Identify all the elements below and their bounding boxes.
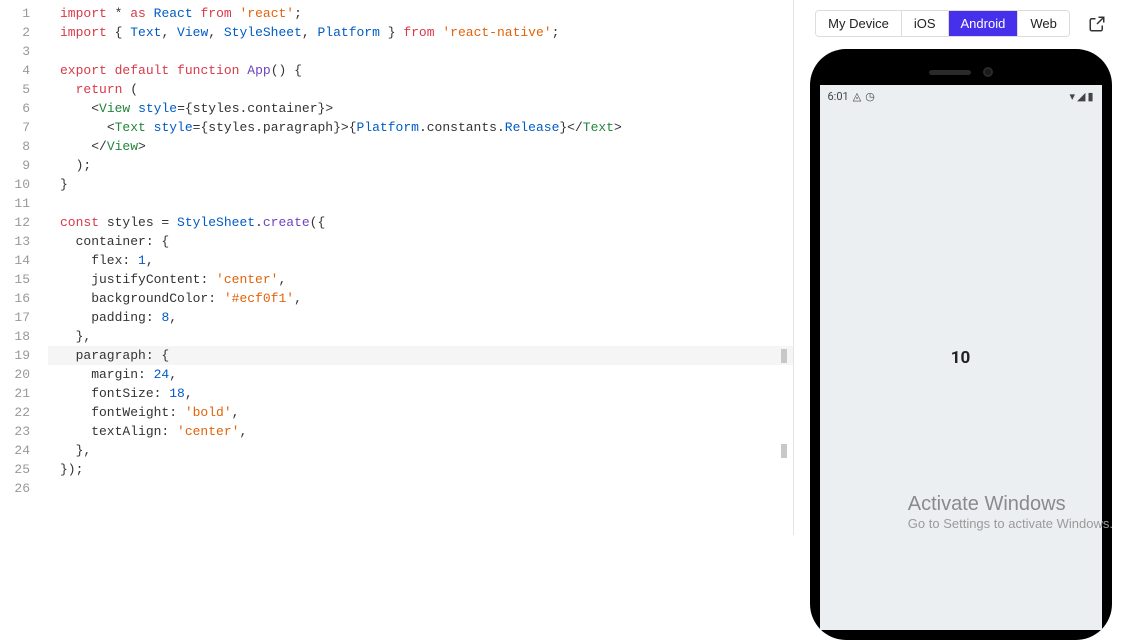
line-number: 16 (0, 289, 30, 308)
code-line[interactable]: </View> (48, 137, 793, 156)
line-number: 12 (0, 213, 30, 232)
app-content: 10 (820, 85, 1102, 630)
line-number: 14 (0, 251, 30, 270)
code-line[interactable]: import * as React from 'react'; (48, 4, 793, 23)
speaker-icon (929, 70, 971, 75)
code-line[interactable]: container: { (48, 232, 793, 251)
tab-my-device[interactable]: My Device (816, 11, 902, 36)
code-line[interactable]: textAlign: 'center', (48, 422, 793, 441)
app-output-text: 10 (951, 348, 971, 368)
watermark-title: Activate Windows (908, 493, 1113, 516)
code-line[interactable]: } (48, 175, 793, 194)
line-number: 24 (0, 441, 30, 460)
line-number: 21 (0, 384, 30, 403)
code-line[interactable]: const styles = StyleSheet.create({ (48, 213, 793, 232)
line-number: 15 (0, 270, 30, 289)
code-line[interactable]: <Text style={styles.paragraph}>{Platform… (48, 118, 793, 137)
line-number: 13 (0, 232, 30, 251)
tab-ios[interactable]: iOS (902, 11, 949, 36)
line-number: 10 (0, 175, 30, 194)
code-line[interactable]: <View style={styles.container}> (48, 99, 793, 118)
line-number: 17 (0, 308, 30, 327)
line-number: 22 (0, 403, 30, 422)
bracket-match-marker (781, 349, 787, 363)
code-line[interactable]: margin: 24, (48, 365, 793, 384)
device-bezel-top (820, 59, 1102, 85)
code-line[interactable]: }, (48, 327, 793, 346)
windows-activation-watermark: Activate Windows Go to Settings to activ… (908, 493, 1113, 531)
device-screen: 6:01 ◬ ◷ ▾ ◢ ▮ 10 (820, 85, 1102, 630)
code-line[interactable]: import { Text, View, StyleSheet, Platfor… (48, 23, 793, 42)
code-line[interactable]: }, (48, 441, 793, 460)
code-line[interactable]: backgroundColor: '#ecf0f1', (48, 289, 793, 308)
preview-pane: My Device iOS Android Web 6:01 ◬ ◷ (793, 0, 1127, 535)
code-line[interactable]: paragraph: { (48, 346, 793, 365)
line-number: 19 (0, 346, 30, 365)
line-number: 8 (0, 137, 30, 156)
code-line[interactable]: fontSize: 18, (48, 384, 793, 403)
line-number: 18 (0, 327, 30, 346)
line-number: 6 (0, 99, 30, 118)
device-tabs: My Device iOS Android Web (815, 10, 1070, 37)
bracket-match-marker (781, 444, 787, 458)
tab-android[interactable]: Android (949, 11, 1019, 36)
code-line[interactable]: return ( (48, 80, 793, 99)
line-number: 23 (0, 422, 30, 441)
line-number: 4 (0, 61, 30, 80)
line-number: 11 (0, 194, 30, 213)
line-number: 1 (0, 4, 30, 23)
code-area[interactable]: import * as React from 'react';import { … (48, 0, 793, 535)
camera-icon (983, 67, 993, 77)
line-number: 25 (0, 460, 30, 479)
line-number-gutter: 1234567891011121314151617181920212223242… (0, 0, 48, 535)
line-number: 7 (0, 118, 30, 137)
preview-tab-bar: My Device iOS Android Web (815, 10, 1106, 37)
code-editor[interactable]: 1234567891011121314151617181920212223242… (0, 0, 793, 535)
device-frame: 6:01 ◬ ◷ ▾ ◢ ▮ 10 (810, 49, 1112, 640)
code-line[interactable]: export default function App() { (48, 61, 793, 80)
code-line[interactable]: }); (48, 460, 793, 479)
code-line[interactable]: ); (48, 156, 793, 175)
open-external-icon[interactable] (1088, 15, 1106, 33)
code-line[interactable]: flex: 1, (48, 251, 793, 270)
code-line[interactable] (48, 42, 793, 61)
tab-web[interactable]: Web (1018, 11, 1069, 36)
line-number: 2 (0, 23, 30, 42)
code-line[interactable] (48, 194, 793, 213)
line-number: 26 (0, 479, 30, 498)
code-line[interactable]: fontWeight: 'bold', (48, 403, 793, 422)
code-line[interactable]: justifyContent: 'center', (48, 270, 793, 289)
line-number: 9 (0, 156, 30, 175)
line-number: 20 (0, 365, 30, 384)
line-number: 5 (0, 80, 30, 99)
line-number: 3 (0, 42, 30, 61)
watermark-subtitle: Go to Settings to activate Windows. (908, 516, 1113, 531)
code-line[interactable] (48, 479, 793, 498)
code-line[interactable]: padding: 8, (48, 308, 793, 327)
